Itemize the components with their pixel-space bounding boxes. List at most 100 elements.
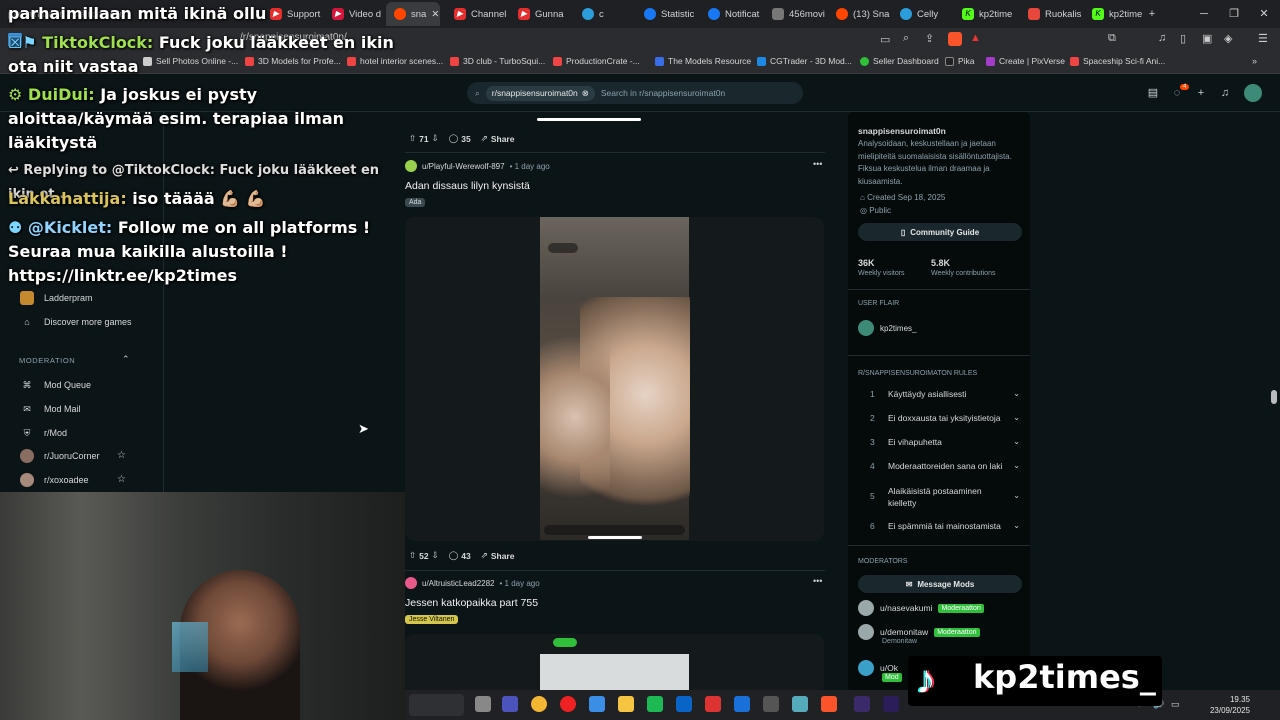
tab-10[interactable]: (13) Sna (828, 2, 890, 26)
brave-icon[interactable] (821, 696, 837, 712)
rule-4[interactable]: 4 Moderaattoreiden sana on laki ⌄ (870, 461, 1020, 471)
cast-icon[interactable]: ▭ (880, 33, 890, 46)
battery-icon[interactable]: ▭ (1171, 699, 1180, 710)
comments-button[interactable]: ◯ 35 (449, 133, 471, 144)
vote-control[interactable]: ⇧ 71 ⇩ (409, 133, 439, 144)
app-icon[interactable] (792, 696, 808, 712)
chevron-up-icon[interactable]: ⌃ (122, 354, 130, 365)
rule-6[interactable]: 6 Ei spämmiä tai mainostamista ⌄ (870, 521, 1020, 531)
rule-3[interactable]: 3 Ei vihapuhetta ⌄ (870, 437, 1020, 447)
advertise-icon[interactable]: ▤ (1146, 86, 1160, 100)
share-icon[interactable]: ⇪ (925, 32, 934, 45)
post2-flair[interactable]: Jesse Viltanen (405, 615, 459, 624)
media-icon[interactable]: ♫ (1158, 32, 1166, 44)
moderation-header[interactable]: MODERATION (19, 356, 75, 365)
nav-ladderpram[interactable]: Ladderpram (20, 291, 93, 305)
bookmark-7[interactable]: Seller Dashboard (860, 56, 939, 66)
system-clock[interactable]: 19.35 23/09/2025 (1210, 694, 1250, 716)
post2-author[interactable]: u/AltruisticLead2282 • 1 day ago (405, 577, 540, 589)
tab-7[interactable]: Statistic (636, 2, 698, 26)
bookmark-5[interactable]: The Models Resource (655, 56, 751, 66)
subreddit-chip[interactable]: r/snappisensuroimat0n ⊗ (485, 85, 595, 101)
zoom-icon[interactable]: ⌕ (903, 32, 909, 45)
moderator-row[interactable]: u/demonitaw Moderaattori (858, 624, 980, 640)
rule-1[interactable]: 1 Käyttäydy asiallisesti ⌄ (870, 389, 1020, 399)
menu-icon[interactable]: ☰ (1258, 32, 1268, 45)
share-button[interactable]: ⇗ Share (481, 133, 515, 144)
post2-media[interactable] (405, 634, 824, 694)
rule-2[interactable]: 2 Ei doxxausta tai yksityistietoja ⌄ (870, 413, 1020, 423)
unity-icon[interactable] (763, 696, 779, 712)
more-options-icon[interactable]: ••• (813, 159, 822, 169)
avatar[interactable] (1244, 84, 1262, 102)
bookmark-6[interactable]: CGTrader - 3D Mod... (757, 56, 852, 66)
app-icon[interactable] (705, 696, 721, 712)
share-button[interactable]: ⇗ Share (481, 550, 515, 561)
scrollbar-thumb[interactable] (1271, 390, 1277, 404)
chrome-icon[interactable] (531, 696, 547, 712)
sidebar-icon[interactable]: ▯ (1180, 32, 1186, 45)
tab-4[interactable]: ▶ Channel (446, 2, 508, 26)
comments-button[interactable]: ◯ 43 (449, 550, 471, 561)
nav-discover-games[interactable]: ⌂ Discover more games (20, 315, 131, 329)
premiere-icon[interactable] (883, 696, 899, 712)
extensions-icon[interactable]: ⧉ (1108, 32, 1116, 45)
create-post-icon[interactable]: + (1194, 86, 1208, 100)
after-effects-icon[interactable] (854, 696, 870, 712)
message-mods-button[interactable]: ✉ Message Mods (858, 575, 1022, 593)
video-frame[interactable] (540, 217, 690, 540)
vote-control[interactable]: ⇧ 52 ⇩ (409, 550, 439, 561)
post1-flair[interactable]: Ada (405, 198, 426, 207)
star-icon[interactable]: ☆ (117, 450, 126, 461)
minimize-icon[interactable]: ─ (1194, 4, 1214, 24)
vpn-icon[interactable]: ◈ (1224, 32, 1232, 45)
rewards-icon[interactable]: ▲ (970, 32, 981, 44)
bookmark-10[interactable]: Spaceship Sci-fi Ani... (1070, 56, 1165, 66)
bookmark-9[interactable]: Create | PixVerse (986, 56, 1065, 66)
tab-8[interactable]: Notificat (700, 2, 762, 26)
taskview-icon[interactable] (475, 696, 491, 712)
search-input[interactable]: ⌕ r/snappisensuroimat0n ⊗ Search in r/sna… (467, 82, 803, 104)
user-flair[interactable]: kp2times_ (858, 320, 916, 336)
nav-mod-mail[interactable]: ✉ Mod Mail (20, 402, 80, 416)
teams-icon[interactable] (502, 696, 518, 712)
nav-xoxoadee[interactable]: r/xoxoadee (20, 473, 89, 487)
brave-shield-icon[interactable] (948, 32, 962, 46)
post1-title[interactable]: Adan dissaus lilyn kynsistä (405, 180, 530, 192)
maximize-icon[interactable]: ❐ (1224, 4, 1244, 24)
folder-icon[interactable] (618, 696, 634, 712)
close-icon[interactable]: ✕ (1254, 4, 1274, 24)
star-icon[interactable]: ☆ (117, 474, 126, 485)
outlook-icon[interactable] (676, 696, 692, 712)
bookmark-3[interactable]: 3D club - TurboSqui... (450, 56, 545, 66)
new-tab-button[interactable]: + (1142, 4, 1162, 24)
moderator-row[interactable]: u/nasevakumi Moderaattori (858, 600, 984, 616)
nav-mod-queue[interactable]: ⌘ Mod Queue (20, 378, 92, 392)
tab-9[interactable]: 456movi (764, 2, 826, 26)
store-icon[interactable] (589, 696, 605, 712)
nav-r-mod[interactable]: ⛨ r/Mod (20, 426, 67, 440)
nav-juorucorner[interactable]: r/JuoruCorner (20, 449, 100, 463)
bell-icon[interactable]: ♫ (1218, 86, 1232, 100)
wallet-icon[interactable]: ▣ (1202, 32, 1212, 45)
tab-13[interactable]: Ruokalis (1020, 2, 1082, 26)
tab-5[interactable]: ▶ Gunna (510, 2, 572, 26)
more-bookmarks-icon[interactable]: » (1252, 56, 1257, 66)
tab-11[interactable]: Celly (892, 2, 950, 26)
tab-6[interactable]: c (574, 2, 634, 26)
clear-chip-icon[interactable]: ⊗ (582, 88, 589, 99)
rule-5[interactable]: 5 Alaikäisistä postaaminen kielletty ⌄ (870, 485, 1020, 509)
bookmark-8[interactable]: Pika (945, 56, 975, 66)
opera-icon[interactable] (560, 696, 576, 712)
tab-14[interactable]: Kkp2time (1084, 2, 1146, 26)
more-options-icon[interactable]: ••• (813, 576, 822, 586)
close-tab-icon[interactable]: ✕ (431, 9, 439, 20)
bookmark-4[interactable]: ProductionCrate -... (553, 56, 640, 66)
post2-title[interactable]: Jessen katkopaikka part 755 (405, 597, 538, 609)
community-guide-button[interactable]: ▯ Community Guide (858, 223, 1022, 241)
xbox-icon[interactable] (647, 696, 663, 712)
app-icon[interactable] (734, 696, 750, 712)
taskbar-search[interactable] (409, 694, 464, 716)
post1-author[interactable]: u/Playful-Werewolf-897 • 1 day ago (405, 160, 550, 172)
tab-12[interactable]: Kkp2time (954, 2, 1016, 26)
